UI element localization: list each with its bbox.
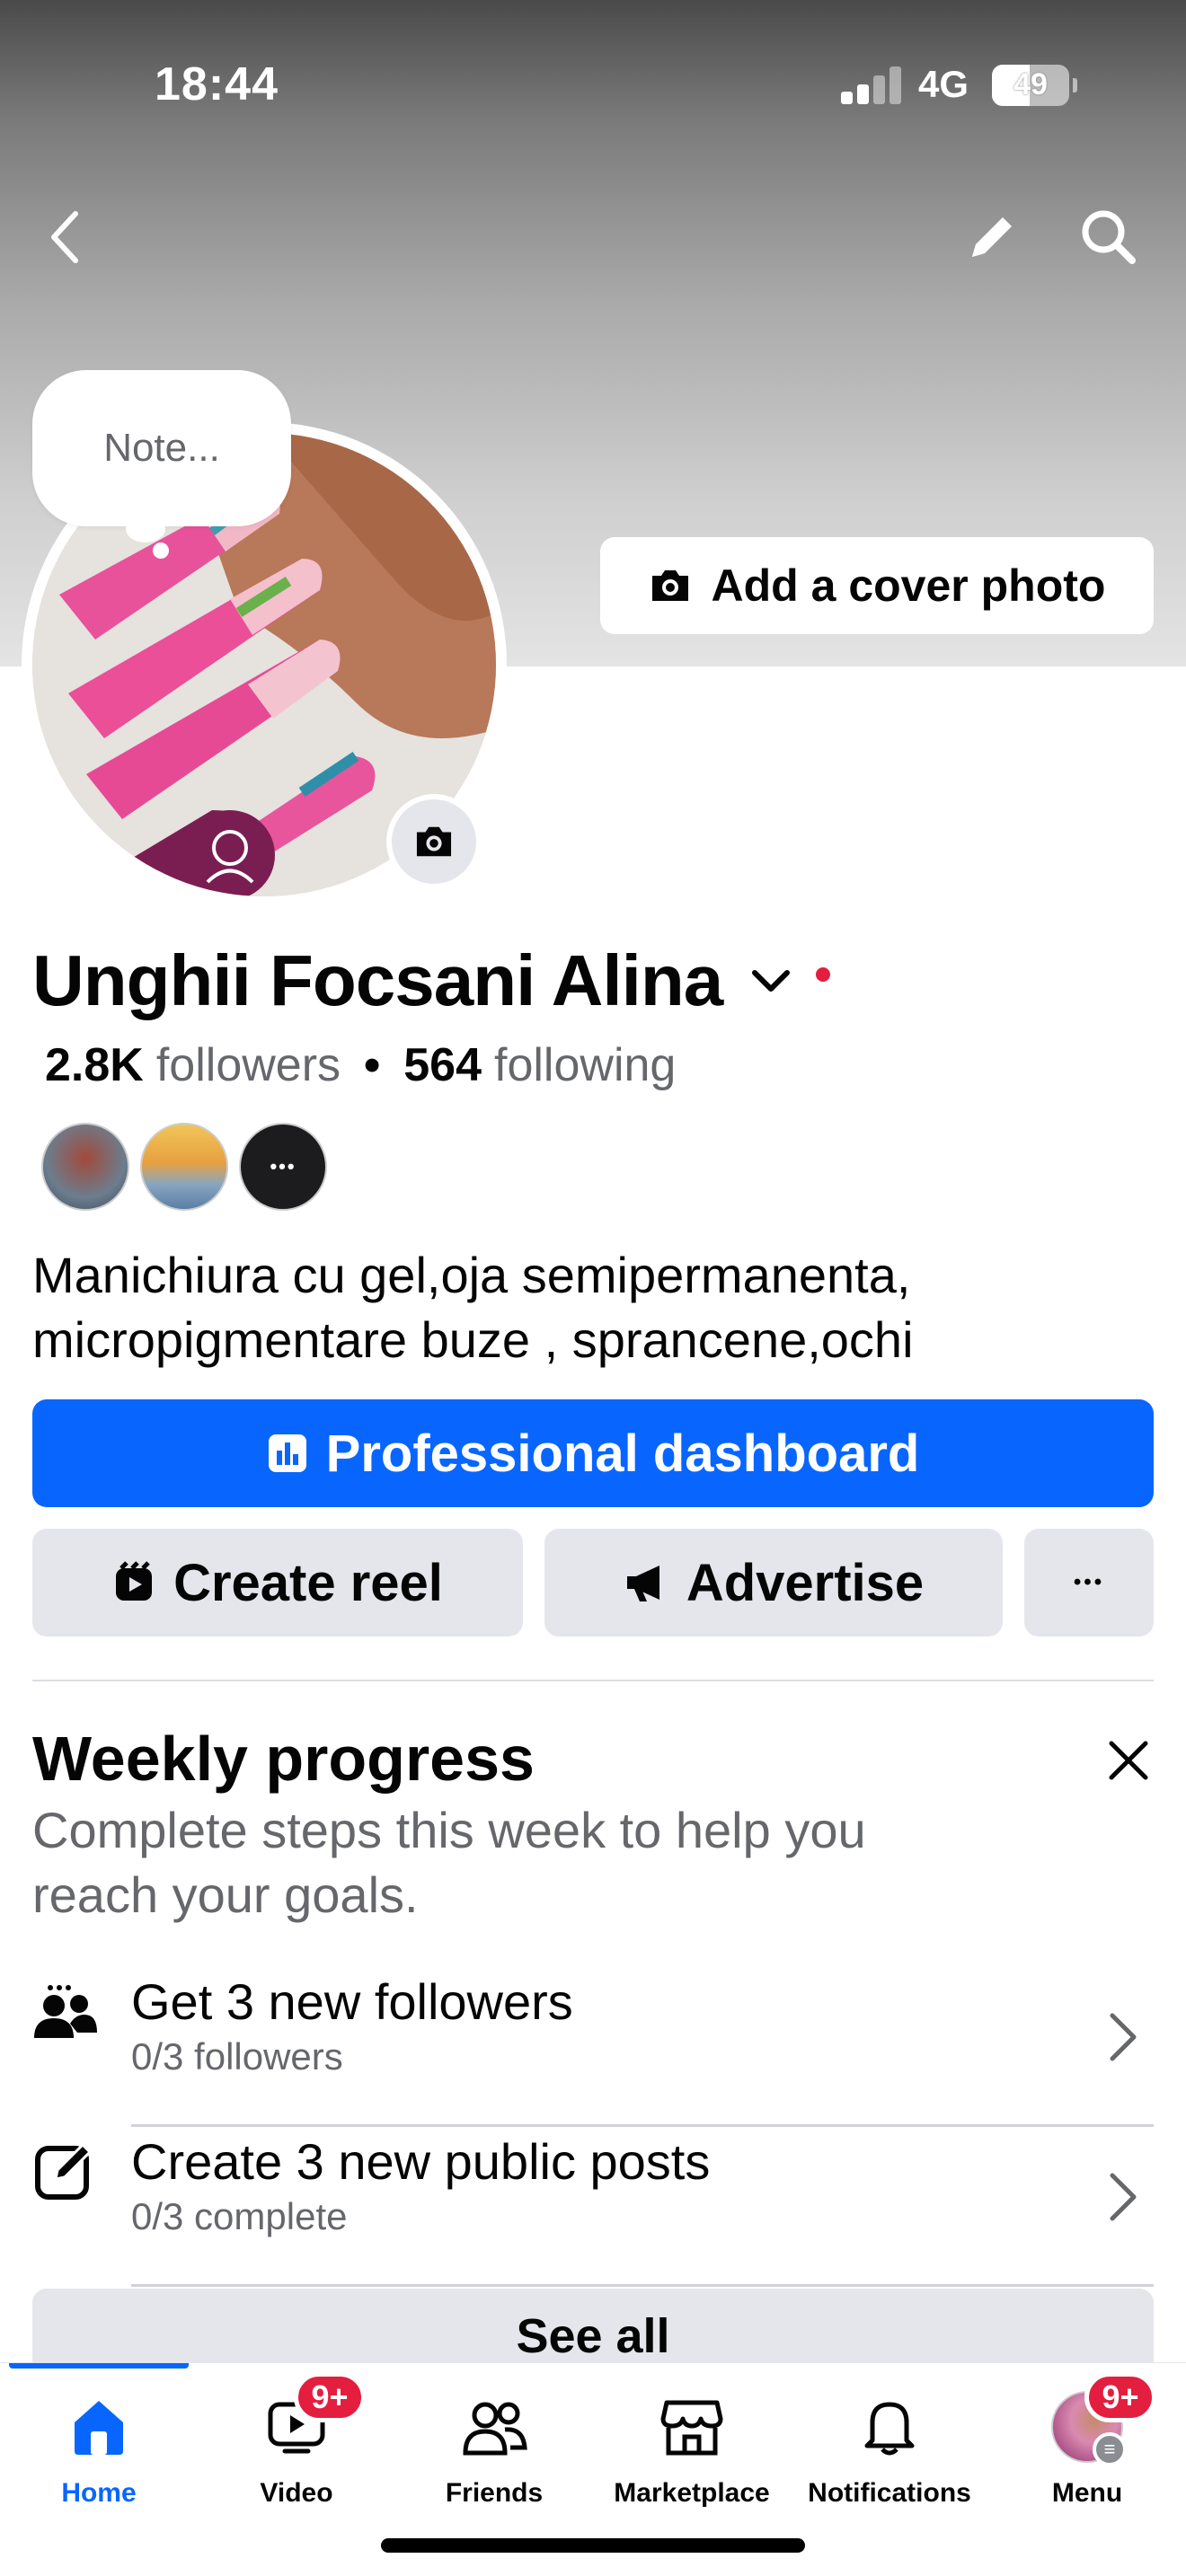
network-type: 4G [918,63,969,105]
profile-name-row[interactable]: Unghii Focsani Alina [32,940,831,1022]
weekly-progress-subtitle: Complete steps this week to help you rea… [32,1798,1066,1928]
tab-friends[interactable]: Friends [395,2388,593,2514]
camera-icon [651,570,688,601]
followers-label: followers [155,1039,341,1091]
advertise-button[interactable]: Advertise [544,1529,1003,1636]
note-bubble-tail-dot [153,543,169,559]
task-divider [131,2284,1154,2287]
more-dots: ••• [270,1155,296,1178]
tab-label: Marketplace [614,2478,770,2508]
battery-icon: 49 [992,65,1077,106]
menu-avatar-wrap: ≡ 9+ [1049,2372,1156,2466]
subtitle-line: reach your goals. [32,1866,419,1923]
status-bar: 18:44 4G 49 [0,0,1186,171]
task-title: Get 3 new followers [131,1973,573,2030]
follower-avatars[interactable]: ••• [41,1123,327,1211]
advertise-label: Advertise [686,1553,925,1612]
tab-label: Friends [445,2478,544,2508]
chevron-left-icon [51,211,78,263]
active-tab-indicator [9,2363,189,2369]
search-icon [1082,210,1136,264]
tab-home[interactable]: Home [0,2388,198,2514]
bell-icon [851,2388,928,2466]
compose-icon [29,2134,101,2206]
task-row-followers[interactable]: Get 3 new followers 0/3 followers [0,1967,1186,2127]
create-reel-button[interactable]: Create reel [32,1529,523,1636]
follow-stats: 2.8K followers • 564 following [45,1038,676,1092]
change-avatar-button[interactable] [386,794,482,889]
tab-label: Menu [1051,2478,1123,2508]
more-actions-button[interactable]: ••• [1024,1529,1154,1636]
close-weekly-progress-button[interactable] [1093,1725,1164,1796]
signal-icon [841,65,902,104]
following-link[interactable]: 564 following [403,1038,676,1092]
weekly-progress-title: Weekly progress [32,1724,535,1794]
tab-label: Home [61,2478,137,2508]
marketplace-icon [653,2388,730,2466]
back-button[interactable] [27,199,102,275]
task-row-posts[interactable]: Create 3 new public posts 0/3 complete [0,2127,1186,2287]
tab-video[interactable]: 9+ Video [198,2372,395,2514]
more-followers-button[interactable]: ••• [239,1123,327,1211]
video-icon: 9+ [258,2372,366,2466]
tab-label: Notifications [808,2478,971,2508]
stats-separator: • [364,1039,381,1091]
note-bubble[interactable]: Note... [32,370,291,526]
tab-notifications[interactable]: Notifications [791,2388,988,2514]
menu-badge: 9+ [1084,2372,1156,2422]
tab-label: Video [260,2478,333,2508]
tab-marketplace[interactable]: Marketplace [593,2388,791,2514]
video-badge: 9+ [294,2372,366,2422]
followers-link[interactable]: 2.8K followers [45,1038,341,1092]
home-icon [60,2388,137,2466]
tab-menu[interactable]: ≡ 9+ Menu [988,2372,1186,2514]
notification-dot [816,967,831,982]
follower-avatar[interactable] [140,1123,228,1211]
profile-bio: Manichiura cu gel,oja semipermanenta, mi… [32,1243,1146,1372]
menu-lines-icon: ≡ [1093,2432,1127,2466]
follower-avatar[interactable] [41,1123,129,1211]
followers-count: 2.8K [45,1039,144,1091]
camera-icon [416,826,452,857]
professional-dashboard-label: Professional dashboard [325,1424,920,1483]
create-reel-label: Create reel [173,1553,443,1612]
pencil-icon [972,217,1012,257]
task-progress: 0/3 followers [131,2035,343,2078]
battery-percent: 49 [1013,67,1048,101]
home-indicator [381,2538,805,2553]
bio-line: micropigmentare buze , sprancene,ochi [32,1311,914,1368]
chevron-down-icon[interactable] [746,956,796,1006]
more-dots-icon: ••• [1073,1570,1105,1594]
add-cover-label: Add a cover photo [711,560,1106,611]
note-placeholder: Note... [103,426,220,470]
following-count: 564 [403,1039,482,1091]
chevron-right-icon [1096,2010,1150,2064]
chevron-right-icon [1096,2170,1150,2224]
bio-line: Manichiura cu gel,oja semipermanenta, [32,1247,911,1303]
see-all-label: See all [516,2309,670,2363]
task-progress: 0/3 complete [131,2195,348,2237]
professional-dashboard-button[interactable]: Professional dashboard [32,1399,1154,1507]
add-cover-photo-button[interactable]: Add a cover photo [600,537,1154,634]
following-label: following [494,1039,677,1091]
people-icon [29,1974,101,2046]
status-time: 18:44 [155,58,279,110]
dashboard-icon [268,1434,306,1472]
close-icon [1109,1741,1148,1780]
note-bubble-tail [126,516,165,543]
search-button[interactable] [1071,199,1146,275]
subtitle-line: Complete steps this week to help you [32,1802,866,1858]
section-divider [32,1680,1154,1681]
edit-profile-button[interactable] [954,199,1030,275]
friends-icon [456,2388,533,2466]
task-title: Create 3 new public posts [131,2133,711,2190]
profile-name: Unghii Focsani Alina [32,940,723,1020]
reel-icon [116,1561,153,1601]
megaphone-icon [626,1566,659,1601]
